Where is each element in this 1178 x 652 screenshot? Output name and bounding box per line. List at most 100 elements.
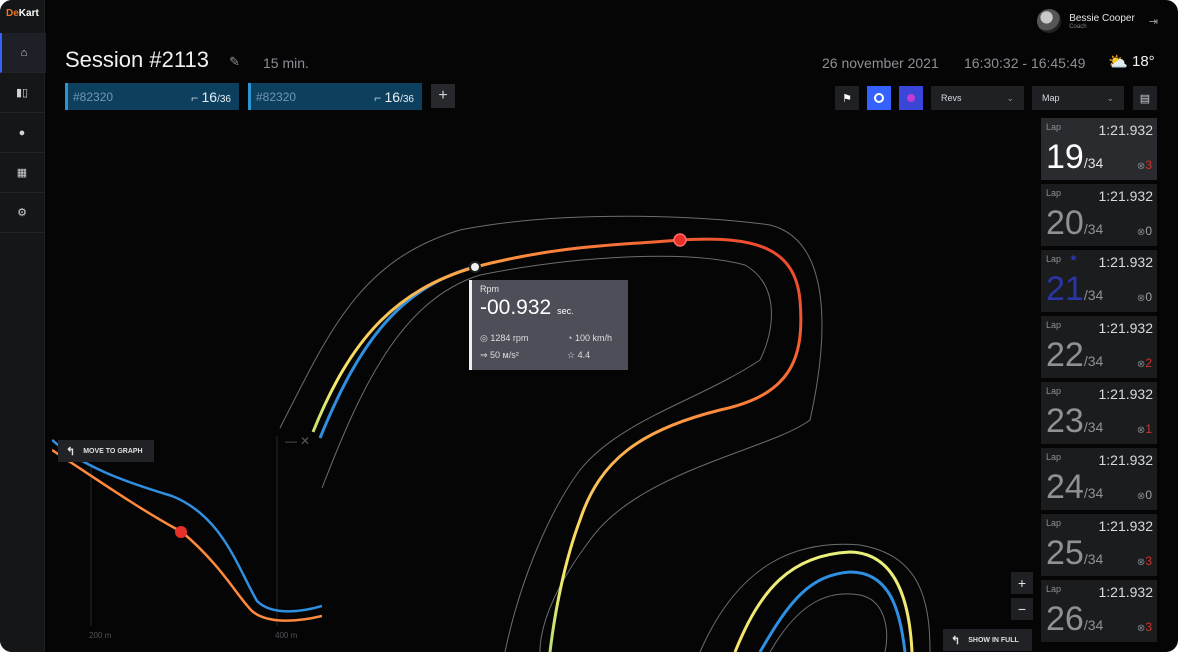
tooltip-rating: ☆ 4.4 bbox=[567, 350, 590, 361]
sidebar-item-karts[interactable]: ▮▯ bbox=[0, 73, 44, 113]
session-duration: 15 min. bbox=[263, 55, 309, 71]
lap-label: Lap bbox=[1046, 254, 1062, 264]
lap-errors: ⊗3 bbox=[1137, 554, 1152, 568]
lap-card[interactable]: Lap 1:21.932 22/34 ⊗2 bbox=[1041, 316, 1157, 378]
lap-card[interactable]: Lap 1:21.932 23/34 ⊗1 bbox=[1041, 382, 1157, 444]
lap-card[interactable]: Lap 1:21.932 26/34 ⊗3 bbox=[1041, 580, 1157, 642]
lap-label: Lap bbox=[1046, 452, 1062, 462]
lap-label: Lap bbox=[1046, 584, 1062, 594]
show-in-full-label: SHOW IN FULL bbox=[968, 636, 1019, 644]
color-toggle[interactable] bbox=[899, 86, 923, 110]
lap-card[interactable]: Lap 1:21.932 25/34 ⊗3 bbox=[1041, 514, 1157, 576]
lap-number: 23/34 bbox=[1046, 403, 1103, 445]
graph-line-blue bbox=[52, 439, 322, 613]
view-select[interactable]: Map ⌄ bbox=[1032, 86, 1124, 110]
kart-id: #82320 bbox=[256, 89, 297, 104]
logo-prefix: De bbox=[6, 8, 19, 19]
track-marker-red[interactable] bbox=[673, 233, 687, 247]
temperature: 18° bbox=[1132, 53, 1155, 70]
sidebar-item-settings[interactable]: ⚙ bbox=[0, 193, 44, 233]
graph-line-orange bbox=[52, 448, 322, 622]
record-toggle[interactable] bbox=[867, 86, 891, 110]
report-button[interactable]: ▤ bbox=[1133, 86, 1157, 110]
lap-number-value: 21 bbox=[1046, 270, 1084, 308]
lap-number: 21/34 bbox=[1046, 271, 1103, 313]
star-icon[interactable]: ★ bbox=[1069, 253, 1078, 264]
lap-number-value: 19 bbox=[1046, 138, 1084, 176]
lap-number-value: 25 bbox=[1046, 534, 1084, 572]
sidebar-item-home[interactable]: ⌂ bbox=[0, 33, 46, 73]
kart-tab-2[interactable]: #82320 ⌐ 16/36 bbox=[248, 83, 422, 110]
lap-errors: ⊗3 bbox=[1137, 620, 1152, 634]
avatar[interactable] bbox=[1037, 9, 1062, 33]
lap-time: 1:21.932 bbox=[1098, 584, 1154, 600]
lap-errors-count: 2 bbox=[1145, 356, 1152, 370]
move-to-graph-label: MOVE TO GRAPH bbox=[83, 447, 143, 455]
user-menu[interactable]: Bessie Cooper Coach ⇥ bbox=[1037, 9, 1158, 33]
tooltip-value-unit: sec. bbox=[557, 306, 574, 316]
flag-button[interactable]: ⚑ bbox=[835, 86, 859, 110]
lap-icon: ⌐ bbox=[374, 90, 385, 105]
logout-icon[interactable]: ⇥ bbox=[1149, 15, 1158, 28]
table-icon: ▦ bbox=[16, 167, 28, 179]
edit-icon[interactable]: ✎ bbox=[229, 54, 240, 70]
lap-errors-count: 0 bbox=[1145, 224, 1152, 238]
view-select-value: Map bbox=[1042, 93, 1060, 103]
lap-errors-count: 0 bbox=[1145, 488, 1152, 502]
logo[interactable]: DeKart bbox=[6, 8, 39, 19]
user-name: Bessie Cooper bbox=[1069, 12, 1135, 24]
lap-number: 25/34 bbox=[1046, 535, 1103, 577]
lap-number: 19/34 bbox=[1046, 139, 1103, 181]
lap-errors-count: 0 bbox=[1145, 290, 1152, 304]
move-to-graph-button[interactable]: ↰ MOVE TO GRAPH bbox=[58, 440, 154, 462]
graph-marker-red[interactable] bbox=[175, 526, 187, 538]
sidebar-item-table[interactable]: ▦ bbox=[0, 153, 44, 193]
lap-card[interactable]: Lap 1:21.932 19/34 ⊗3 bbox=[1041, 118, 1157, 180]
lap-total: /34 bbox=[1083, 287, 1104, 303]
flag-icon: ⚑ bbox=[842, 92, 852, 105]
home-icon: ⌂ bbox=[20, 46, 28, 59]
lap-total: /34 bbox=[1083, 485, 1104, 501]
lap-card[interactable]: Lap ★ 1:21.932 21/34 ⊗0 bbox=[1041, 250, 1157, 312]
racing-line-lower-yellow bbox=[733, 550, 914, 652]
close-icon[interactable]: ✕ bbox=[300, 434, 310, 448]
lap-number-value: 22 bbox=[1046, 336, 1084, 374]
lap-errors: ⊗0 bbox=[1137, 290, 1152, 304]
document-icon: ▤ bbox=[1139, 92, 1151, 105]
track-border-lower-inner bbox=[769, 593, 888, 652]
chevron-down-icon: ⌄ bbox=[1006, 92, 1014, 103]
lap-number: 22/34 bbox=[1046, 337, 1103, 379]
gauge-icon: ◎ bbox=[480, 333, 491, 343]
sidebar-item-users[interactable]: ● bbox=[0, 113, 44, 153]
metric-select[interactable]: Revs ⌄ bbox=[931, 86, 1024, 110]
graph-axis-label: 200 m bbox=[89, 631, 112, 640]
mini-graph[interactable]: — ✕ 200 m 400 m bbox=[52, 434, 322, 652]
lap-card[interactable]: Lap 1:21.932 24/34 ⊗0 bbox=[1041, 448, 1157, 510]
lap-label: Lap bbox=[1046, 320, 1062, 330]
zoom-in-button[interactable]: + bbox=[1011, 572, 1033, 594]
tooltip-title: Rpm bbox=[480, 284, 500, 294]
gear-icon: ⚙ bbox=[17, 207, 27, 219]
lap-total: /34 bbox=[1083, 221, 1104, 237]
show-in-full-button[interactable]: ↰ SHOW IN FULL bbox=[943, 629, 1032, 651]
add-kart-button[interactable]: + bbox=[431, 84, 455, 108]
lap-total: /34 bbox=[1083, 155, 1104, 171]
lap-total: /34 bbox=[1083, 617, 1104, 633]
track-marker-current[interactable] bbox=[469, 261, 481, 273]
kart-tab-1[interactable]: #82320 ⌐ 16/36 bbox=[65, 83, 239, 110]
lap-card[interactable]: Lap 1:21.932 20/34 ⊗0 bbox=[1041, 184, 1157, 246]
kart-lap: ⌐ 16/36 bbox=[374, 89, 414, 105]
lap-number-value: 24 bbox=[1046, 468, 1084, 506]
kart-lap-number: 16 bbox=[384, 88, 401, 105]
lap-total: /34 bbox=[1083, 353, 1104, 369]
zoom-out-button[interactable]: − bbox=[1011, 598, 1033, 620]
lap-list: Lap 1:21.932 19/34 ⊗3 Lap 1:21.932 20/34… bbox=[1041, 118, 1157, 646]
lap-number-value: 26 bbox=[1046, 600, 1084, 638]
tooltip-accel-value: 50 м/s² bbox=[490, 350, 519, 360]
lap-time: 1:21.932 bbox=[1098, 386, 1154, 402]
metric-select-value: Revs bbox=[941, 93, 962, 103]
tooltip-rpm-value: 1284 rpm bbox=[490, 333, 529, 343]
lap-errors: ⊗3 bbox=[1137, 158, 1152, 172]
lap-time: 1:21.932 bbox=[1098, 518, 1154, 534]
minimize-icon[interactable]: — bbox=[285, 434, 297, 448]
